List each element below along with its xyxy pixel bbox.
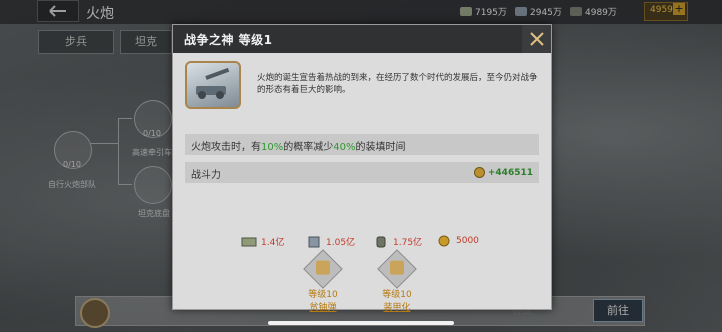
effect-chance: 10% <box>261 142 284 153</box>
requirement-icon <box>303 249 343 289</box>
requirement-name[interactable]: 贫铀弹 <box>293 300 353 313</box>
effect-suffix: 的装填时间 <box>355 142 406 153</box>
requirement-icon <box>377 249 417 289</box>
cost-oil-value: 1.75亿 <box>393 238 423 248</box>
dialog-description: 火炮的诞生宣告着热战的到来，在经历了数个时代的发展后，至今仍对战争的形态有着巨大… <box>257 73 538 95</box>
close-icon <box>530 32 544 46</box>
oil-icon <box>376 236 386 247</box>
power-value: +446511 <box>473 167 533 178</box>
gold-coins-icon <box>438 235 450 247</box>
effect-text: 火炮攻击时，有10%的概率减少40%的装填时间 <box>191 138 405 153</box>
requirement-level: 等级10 <box>382 290 412 300</box>
requirement-name[interactable]: 装甲化 <box>367 300 427 313</box>
artillery-skill-icon <box>185 61 241 109</box>
home-indicator[interactable] <box>268 321 454 325</box>
power-row: 战斗力 +446511 <box>185 162 539 183</box>
skill-dialog: 战争之神 等级1 火炮的诞生宣告着热战的到来，在经历了数个时代的发展后，至今仍对… <box>172 24 552 313</box>
effect-prefix: 火炮攻击时，有 <box>191 142 261 153</box>
requirement-level: 等级10 <box>308 290 338 300</box>
cash-icon <box>241 237 257 246</box>
artillery-icon <box>196 68 230 99</box>
cost-oil: 1.75亿 <box>373 235 422 248</box>
effect-reduction: 40% <box>333 142 356 153</box>
dialog-title: 战争之神 等级1 <box>184 33 273 47</box>
cost-cash: 1.4亿 <box>241 235 284 248</box>
effect-middle: 的概率减少 <box>283 142 334 153</box>
cost-steel-value: 1.05亿 <box>326 238 356 248</box>
power-value-text: +446511 <box>487 167 533 178</box>
armor-icon <box>390 260 404 275</box>
medal-icon <box>473 167 485 178</box>
shell-icon <box>316 260 330 275</box>
requirement-armor[interactable]: 等级10 装甲化 <box>367 249 427 313</box>
effect-row: 火炮攻击时，有10%的概率减少40%的装填时间 <box>185 134 539 155</box>
requirement-depleted-uranium[interactable]: 等级10 贫铀弹 <box>293 249 353 313</box>
steel-icon <box>308 236 320 247</box>
close-button[interactable] <box>522 25 551 53</box>
power-label: 战斗力 <box>191 170 221 181</box>
cost-gold: 5000 <box>436 235 479 247</box>
cost-gold-value: 5000 <box>456 236 479 246</box>
cost-cash-value: 1.4亿 <box>261 238 285 248</box>
cost-steel: 1.05亿 <box>306 235 355 248</box>
